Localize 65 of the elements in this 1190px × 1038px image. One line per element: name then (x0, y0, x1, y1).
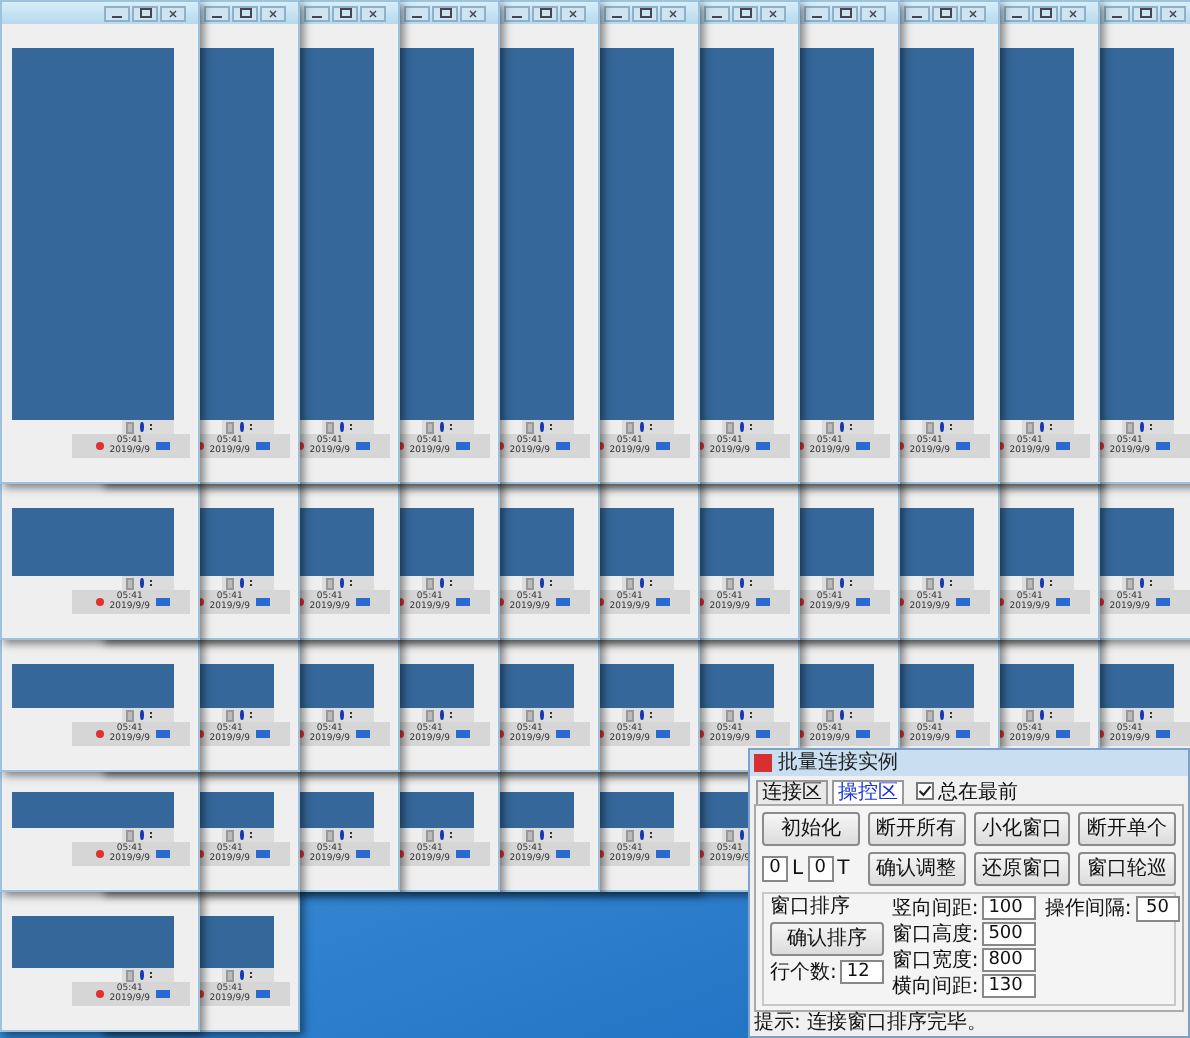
close-icon[interactable] (660, 5, 686, 21)
close-icon[interactable] (1160, 5, 1186, 21)
close-icon[interactable] (160, 5, 186, 21)
status-text: 提示: 连接窗口排序完毕。 (752, 1012, 990, 1036)
field-label: 横向间距: (891, 975, 979, 997)
spin-field[interactable]: 130 (982, 974, 1037, 998)
spin-field[interactable]: 12 (840, 960, 884, 984)
maximize-icon[interactable] (532, 5, 558, 21)
minimize-icon[interactable] (904, 5, 930, 21)
field-label: T (837, 858, 850, 880)
field-label: 竖向间距: (891, 897, 979, 919)
minimize-icon[interactable] (804, 5, 830, 21)
sort-button[interactable]: 确认排序 (770, 922, 884, 956)
action-button[interactable]: 窗口轮巡 (1078, 852, 1176, 886)
tab[interactable]: 连接区 (756, 780, 828, 804)
maximize-icon[interactable] (432, 5, 458, 21)
checkbox[interactable] (916, 782, 934, 800)
minimize-icon[interactable] (504, 5, 530, 21)
group-title: 窗口排序 (770, 896, 852, 918)
minimize-icon[interactable] (404, 5, 430, 21)
app-icon (754, 754, 772, 772)
field-label: 窗口高度: (891, 923, 979, 945)
maximize-icon[interactable] (632, 5, 658, 21)
action-button[interactable]: 断开所有 (867, 812, 965, 846)
minimize-icon[interactable] (1104, 5, 1130, 21)
field-label: 窗口宽度: (891, 949, 979, 971)
action-button[interactable]: 确认调整 (867, 852, 965, 886)
minimize-icon[interactable] (304, 5, 330, 21)
maximize-icon[interactable] (132, 5, 158, 21)
maximize-icon[interactable] (732, 5, 758, 21)
maximize-icon[interactable] (932, 5, 958, 21)
maximize-icon[interactable] (332, 5, 358, 21)
minimize-icon[interactable] (604, 5, 630, 21)
close-icon[interactable] (360, 5, 386, 21)
spin-field[interactable]: 800 (982, 948, 1037, 972)
close-icon[interactable] (960, 5, 986, 21)
maximize-icon[interactable] (232, 5, 258, 21)
close-icon[interactable] (560, 5, 586, 21)
action-button[interactable]: 初始化 (762, 812, 860, 846)
maximize-icon[interactable] (832, 5, 858, 21)
tab[interactable]: 操控区 (832, 780, 904, 804)
input-field[interactable]: 0 (807, 856, 834, 882)
maximize-icon[interactable] (1032, 5, 1058, 21)
close-icon[interactable] (260, 5, 286, 21)
close-icon[interactable] (1060, 5, 1086, 21)
field-label: L (792, 858, 804, 880)
input-field[interactable]: 0 (762, 856, 788, 882)
minimize-icon[interactable] (704, 5, 730, 21)
close-icon[interactable] (860, 5, 886, 21)
action-button[interactable]: 小化窗口 (973, 812, 1071, 846)
close-icon[interactable] (460, 5, 486, 21)
spin-field[interactable]: 100 (982, 896, 1037, 920)
action-button[interactable]: 断开单个 (1078, 812, 1176, 846)
spin-field[interactable]: 500 (982, 922, 1037, 946)
dialog-title: 批量连接实例 (778, 751, 898, 775)
minimize-icon[interactable] (104, 5, 130, 21)
field-label: 行个数: (770, 961, 837, 983)
action-button[interactable]: 还原窗口 (973, 852, 1071, 886)
minimize-icon[interactable] (1004, 5, 1030, 21)
maximize-icon[interactable] (1132, 5, 1158, 21)
close-icon[interactable] (760, 5, 786, 21)
input-field[interactable]: 50 (1135, 896, 1180, 922)
minimize-icon[interactable] (204, 5, 230, 21)
field-label: 操作间隔: (1044, 898, 1132, 920)
checkbox-label: 总在最前 (938, 782, 1018, 804)
